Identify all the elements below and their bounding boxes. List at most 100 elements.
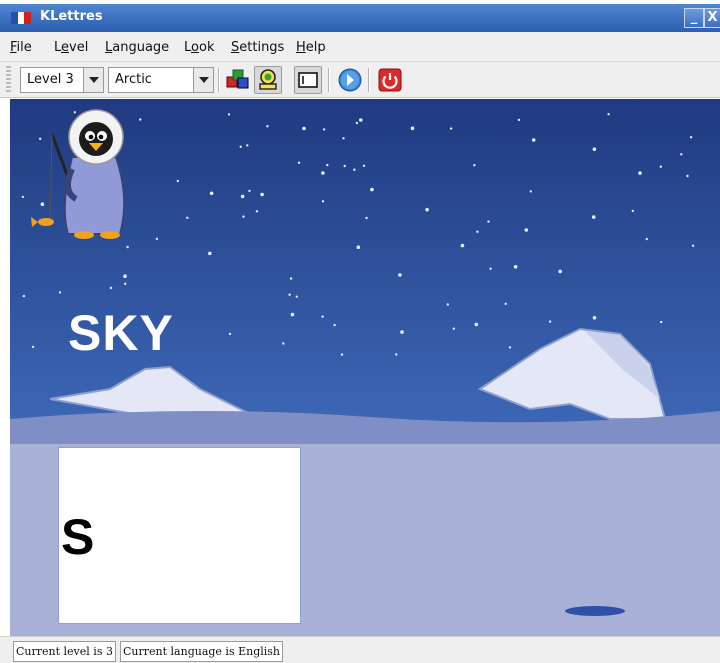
star-icon xyxy=(524,228,529,232)
close-button[interactable]: X xyxy=(704,8,720,28)
star-icon xyxy=(321,200,325,203)
star-icon xyxy=(343,164,346,168)
toolbar-separator xyxy=(218,68,220,92)
star-icon xyxy=(22,294,26,298)
star-icon xyxy=(529,190,532,193)
star-icon xyxy=(489,267,492,270)
grown-up-mode-button[interactable] xyxy=(254,66,282,94)
penguin-fisher-icon xyxy=(31,109,126,239)
menu-look-prefix: L xyxy=(184,40,192,55)
star-icon xyxy=(362,164,366,167)
star-icon xyxy=(680,153,683,156)
star-icon xyxy=(342,137,345,140)
star-icon xyxy=(395,353,398,356)
star-icon xyxy=(659,165,662,168)
menu-bar: File Level Language Look Settings Help xyxy=(0,32,720,62)
menu-level[interactable]: Level xyxy=(54,40,88,55)
star-icon xyxy=(176,179,179,183)
star-icon xyxy=(446,303,449,306)
star-icon xyxy=(208,251,212,256)
menu-file[interactable]: File xyxy=(10,40,32,55)
toolbar: Level 3 Arctic xyxy=(0,62,720,98)
star-icon xyxy=(282,342,285,345)
star-icon xyxy=(31,345,35,349)
kid-mode-button[interactable] xyxy=(224,66,252,94)
star-icon xyxy=(289,277,293,280)
star-icon xyxy=(228,332,232,336)
star-icon xyxy=(333,323,336,327)
star-icon xyxy=(290,312,295,317)
star-icon xyxy=(400,330,404,334)
next-button[interactable] xyxy=(336,66,364,94)
menu-help[interactable]: Help xyxy=(296,40,326,55)
menu-file-label: ile xyxy=(16,40,32,55)
star-icon xyxy=(239,145,242,148)
star-icon xyxy=(513,265,518,269)
menu-level-prefix: L xyxy=(54,40,62,55)
star-icon xyxy=(370,187,374,192)
star-icon xyxy=(227,113,231,116)
star-icon xyxy=(355,121,359,125)
theme-select[interactable]: Arctic xyxy=(108,67,214,93)
star-icon xyxy=(266,125,269,128)
star-icon xyxy=(240,194,245,199)
star-icon xyxy=(124,282,127,285)
menu-help-label: elp xyxy=(305,40,326,55)
chevron-down-icon[interactable] xyxy=(83,68,103,92)
star-icon xyxy=(592,147,597,151)
toolbar-grip[interactable] xyxy=(6,66,11,94)
status-level: Current level is 3 xyxy=(13,641,116,662)
star-icon xyxy=(248,189,251,193)
star-icon xyxy=(607,113,610,116)
star-icon xyxy=(504,302,507,305)
grown-up-mode-icon xyxy=(259,69,277,90)
star-icon xyxy=(476,230,479,233)
star-icon xyxy=(660,320,663,324)
next-arrow-icon xyxy=(338,68,362,92)
star-icon xyxy=(452,327,455,330)
star-icon xyxy=(288,293,291,296)
menu-language[interactable]: Language xyxy=(105,40,169,55)
star-icon xyxy=(410,126,415,131)
menubar-toggle-icon xyxy=(298,72,318,88)
letter-input-area[interactable]: S xyxy=(58,447,301,624)
menu-settings-label: ettings xyxy=(239,40,285,55)
star-icon xyxy=(155,237,159,241)
star-icon xyxy=(186,216,189,219)
quit-power-icon xyxy=(378,68,402,92)
level-select-value: Level 3 xyxy=(27,72,74,87)
quit-button[interactable] xyxy=(376,66,404,94)
menu-level-label: vel xyxy=(69,40,89,55)
star-icon xyxy=(356,245,361,249)
kid-mode-icon xyxy=(226,69,249,89)
star-icon xyxy=(326,163,329,167)
star-icon xyxy=(531,138,536,142)
star-icon xyxy=(340,353,344,356)
app-icon xyxy=(11,12,31,24)
star-icon xyxy=(558,269,562,274)
star-icon xyxy=(645,237,648,241)
star-icon xyxy=(508,346,512,349)
status-bar: Current level is 3 Current language is E… xyxy=(0,636,720,663)
chevron-down-icon[interactable] xyxy=(193,68,213,92)
star-icon xyxy=(425,207,429,212)
star-icon xyxy=(260,192,264,197)
star-icon xyxy=(246,144,249,147)
minimize-button[interactable]: _ xyxy=(684,8,704,28)
level-select[interactable]: Level 3 xyxy=(20,67,104,93)
star-icon xyxy=(321,171,325,175)
window-title: KLettres xyxy=(40,9,103,24)
star-icon xyxy=(359,118,363,122)
target-word: SKY xyxy=(68,305,174,361)
star-icon xyxy=(302,126,306,131)
star-icon xyxy=(638,171,642,175)
typed-letters: S xyxy=(61,509,95,565)
star-icon xyxy=(548,320,552,323)
menu-language-label: anguage xyxy=(112,40,170,55)
menu-look[interactable]: Look xyxy=(184,40,214,55)
show-menubar-button[interactable] xyxy=(294,66,322,94)
star-icon xyxy=(398,273,402,277)
menu-settings[interactable]: Settings xyxy=(231,40,284,55)
star-icon xyxy=(691,244,695,247)
menu-help-mnemonic: H xyxy=(296,40,306,55)
